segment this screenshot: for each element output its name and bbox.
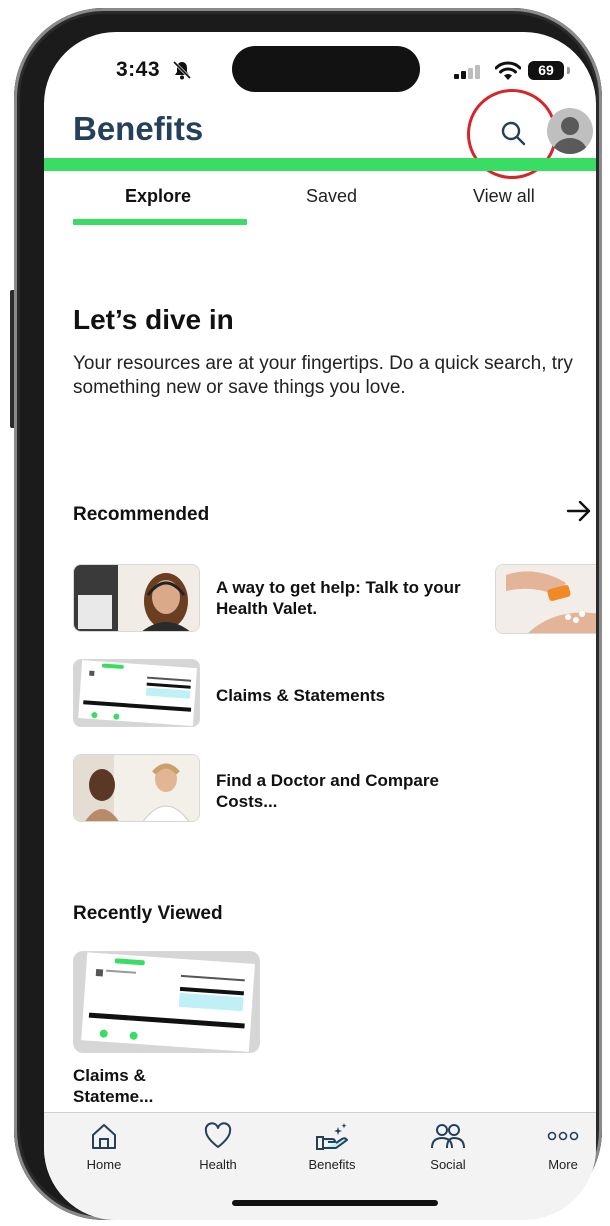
recently-viewed-title: Recently Viewed — [73, 903, 223, 924]
active-tab-indicator — [73, 219, 247, 225]
battery-cap — [567, 67, 570, 74]
nav-social[interactable]: Social — [403, 1121, 493, 1172]
dots-icon — [547, 1131, 579, 1141]
hero-description: Your resources are at your fingertips. D… — [73, 353, 573, 398]
phone-frame: 3:43 69 Benefits Explore Saved View all … — [14, 8, 602, 1220]
nav-label-benefits: Benefits — [308, 1157, 356, 1172]
dynamic-island — [232, 46, 420, 92]
home-indicator[interactable] — [232, 1200, 438, 1206]
pills-image[interactable] — [495, 564, 596, 634]
recommended-title: Recommended — [73, 504, 210, 525]
claims-statement-image[interactable] — [73, 659, 200, 727]
battery-indicator: 69 — [528, 61, 564, 80]
hero-title: Let’s dive in — [73, 304, 234, 335]
health-valet-image[interactable] — [73, 564, 200, 632]
signal-icon — [454, 65, 480, 79]
nav-label-social: Social — [430, 1157, 466, 1172]
nav-label-health: Health — [199, 1157, 237, 1172]
hand-sparkle-icon — [316, 1123, 348, 1150]
tab-view-all[interactable]: View all — [473, 186, 535, 207]
wifi-icon — [495, 61, 521, 80]
recent-claims-image[interactable] — [73, 951, 260, 1053]
home-icon — [92, 1124, 116, 1149]
profile-icon — [553, 117, 587, 154]
header-accent-bar — [44, 158, 596, 171]
nav-more[interactable]: More — [518, 1121, 596, 1172]
heart-icon — [204, 1122, 232, 1148]
rec-item-health-valet[interactable]: A way to get help: Talk to your Health V… — [216, 577, 471, 619]
nav-label-home: Home — [86, 1157, 122, 1172]
tab-explore[interactable]: Explore — [125, 186, 191, 207]
nav-label-more: More — [548, 1157, 578, 1172]
arrow-right-icon[interactable] — [566, 500, 592, 522]
page-title: Benefits — [73, 110, 204, 147]
nav-health[interactable]: Health — [173, 1121, 263, 1172]
status-time: 3:43 — [116, 58, 161, 81]
phone-screen: 3:43 69 Benefits Explore Saved View all … — [44, 32, 596, 1220]
rec-item-claims[interactable]: Claims & Statements — [216, 685, 471, 706]
tab-saved[interactable]: Saved — [306, 186, 357, 207]
recent-item-claims[interactable]: Claims & Stateme... — [73, 1065, 193, 1107]
people-icon — [431, 1124, 465, 1149]
bell-slash-icon — [172, 60, 192, 80]
nav-home[interactable]: Home — [59, 1121, 149, 1172]
avatar[interactable] — [547, 108, 593, 154]
doctor-image[interactable] — [73, 754, 200, 822]
rec-item-find-doctor[interactable]: Find a Doctor and Compare Costs... — [216, 770, 471, 812]
nav-benefits[interactable]: Benefits — [287, 1121, 377, 1172]
